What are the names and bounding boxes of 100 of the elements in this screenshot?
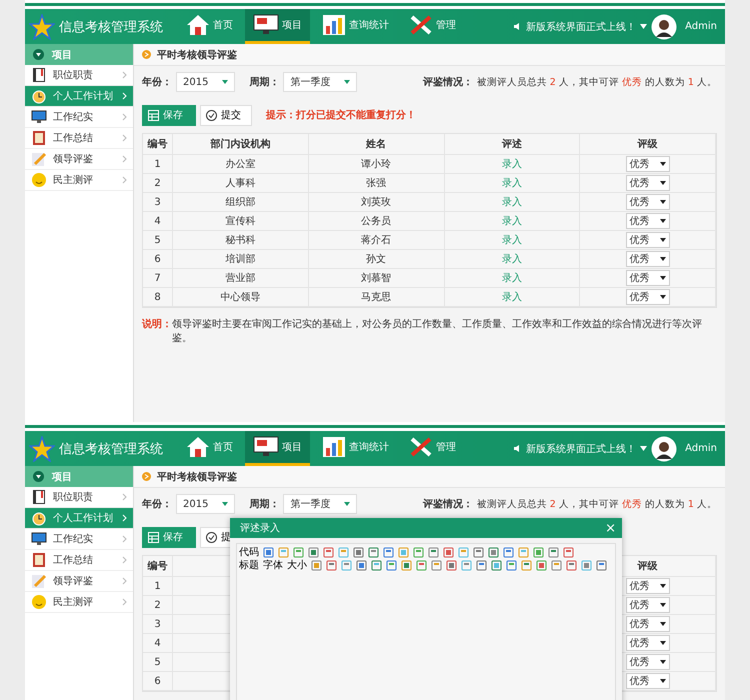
toolbar-icon[interactable] — [446, 560, 457, 570]
toolbar-icon[interactable] — [476, 560, 487, 570]
rating-select[interactable]: 优秀 — [626, 232, 670, 248]
nav-tab[interactable]: 查询统计 — [314, 9, 397, 44]
user-name[interactable]: Admin — [685, 443, 717, 454]
toolbar-button[interactable]: 字体 — [263, 558, 283, 572]
toolbar-icon[interactable] — [518, 546, 529, 558]
caret-icon — [660, 162, 666, 166]
chevron-icon — [122, 92, 127, 100]
nav-tab[interactable]: 首页 — [178, 431, 241, 466]
table-cell: 人事科 — [173, 174, 309, 192]
column-header: 姓名 — [308, 134, 444, 154]
filter-select[interactable]: 2015 — [176, 72, 236, 92]
toolbar-icon[interactable] — [563, 546, 574, 558]
toolbar-icon[interactable] — [341, 560, 352, 570]
save-button[interactable]: 保存 — [142, 526, 196, 548]
rating-select[interactable]: 优秀 — [626, 213, 670, 229]
toolbar-icon[interactable] — [521, 560, 532, 570]
rating-select[interactable]: 优秀 — [626, 673, 670, 689]
sidebar-item[interactable]: 民主测评 — [25, 170, 133, 191]
sidebar-item[interactable]: 领导评鉴 — [25, 571, 133, 592]
toolbar-icon[interactable] — [311, 560, 322, 570]
toolbar-icon[interactable] — [338, 546, 349, 558]
sidebar-item[interactable]: 个人工作计划 — [25, 86, 133, 107]
toolbar-icon[interactable] — [263, 546, 274, 558]
user-name[interactable]: Admin — [685, 21, 717, 32]
sidebar-item[interactable]: 工作总结 — [25, 128, 133, 149]
chevron-icon — [122, 514, 127, 522]
column-header: 评级 — [580, 134, 716, 154]
rating-select[interactable]: 优秀 — [626, 289, 670, 305]
filter-select[interactable]: 第一季度 — [283, 72, 358, 92]
toolbar-icon[interactable] — [371, 560, 382, 570]
toolbar-icon[interactable] — [533, 546, 544, 558]
toolbar-icon[interactable] — [308, 546, 319, 558]
sidebar-item[interactable]: 工作纪实 — [25, 529, 133, 550]
sidebar-item[interactable]: 工作总结 — [25, 550, 133, 571]
toolbar-icon[interactable] — [506, 560, 517, 570]
toolbar-button[interactable]: 代码 — [239, 545, 259, 559]
rating-select[interactable]: 优秀 — [626, 270, 670, 286]
nav-tab[interactable]: 项目 — [245, 431, 310, 466]
toolbar-icon[interactable] — [458, 546, 469, 558]
nav-tab[interactable]: 查询统计 — [314, 431, 397, 466]
nav-tab[interactable]: 首页 — [178, 9, 241, 44]
rating-select[interactable]: 优秀 — [626, 635, 670, 651]
toolbar-icon[interactable] — [356, 560, 367, 570]
toolbar-icon[interactable] — [503, 546, 514, 558]
toolbar-icon[interactable] — [323, 546, 334, 558]
rating-select[interactable]: 优秀 — [626, 156, 670, 172]
toolbar-icon[interactable] — [548, 546, 559, 558]
sidebar-item[interactable]: 民主测评 — [25, 592, 133, 613]
nav-tab[interactable]: 管理 — [401, 9, 464, 44]
toolbar-icon[interactable] — [413, 546, 424, 558]
toolbar-button[interactable]: 大小 — [287, 558, 307, 572]
nav-tab[interactable]: 项目 — [245, 9, 310, 44]
toolbar-icon[interactable] — [428, 546, 439, 558]
toolbar-icon[interactable] — [566, 560, 577, 570]
toolbar-icon[interactable] — [473, 546, 484, 558]
toolbar-icon[interactable] — [443, 546, 454, 558]
rating-select[interactable]: 优秀 — [626, 597, 670, 613]
table-cell: 6 — [143, 672, 173, 690]
book-icon — [31, 489, 47, 505]
rating-select[interactable]: 优秀 — [626, 616, 670, 632]
sidebar-item[interactable]: 领导评鉴 — [25, 149, 133, 170]
text-editor[interactable]: 代码 标题 字体 大小 — [236, 543, 616, 700]
toolbar-icon[interactable] — [416, 560, 427, 570]
toolbar-icon[interactable] — [398, 546, 409, 558]
rating-select[interactable]: 优秀 — [626, 194, 670, 210]
toolbar-icon[interactable] — [536, 560, 547, 570]
toolbar-icon[interactable] — [386, 560, 397, 570]
column-header: 编号 — [143, 556, 173, 576]
toolbar-icon[interactable] — [581, 560, 592, 570]
toolbar-icon[interactable] — [431, 560, 442, 570]
filter-select[interactable]: 2015 — [176, 494, 236, 514]
toolbar-icon[interactable] — [461, 560, 472, 570]
submit-button[interactable]: 提交 — [200, 104, 252, 126]
nav-tab[interactable]: 管理 — [401, 431, 464, 466]
rating-select[interactable]: 优秀 — [626, 175, 670, 191]
toolbar-icon[interactable] — [488, 546, 499, 558]
toolbar-button[interactable]: 标题 — [239, 558, 259, 572]
toolbar-icon[interactable] — [401, 560, 412, 570]
rating-select[interactable]: 优秀 — [626, 654, 670, 670]
toolbar-icon[interactable] — [551, 560, 562, 570]
filter-select[interactable]: 第一季度 — [283, 494, 358, 514]
toolbar-icon[interactable] — [383, 546, 394, 558]
toolbar-icon[interactable] — [368, 546, 379, 558]
table-cell: 6 — [143, 250, 173, 268]
rating-select[interactable]: 优秀 — [626, 251, 670, 267]
rating-select[interactable]: 优秀 — [626, 578, 670, 594]
toolbar-icon[interactable] — [596, 560, 607, 570]
toolbar-icon[interactable] — [326, 560, 337, 570]
pencil-icon — [31, 573, 47, 589]
close-button[interactable]: × — [605, 522, 616, 534]
toolbar-icon[interactable] — [278, 546, 289, 558]
sidebar-item[interactable]: 个人工作计划 — [25, 508, 133, 529]
toolbar-icon[interactable] — [491, 560, 502, 570]
save-button[interactable]: 保存 — [142, 104, 196, 126]
toolbar-icon[interactable] — [353, 546, 364, 558]
toolbar-icon[interactable] — [293, 546, 304, 558]
sidebar-item[interactable]: 工作纪实 — [25, 107, 133, 128]
table-cell: 5 — [143, 231, 173, 249]
